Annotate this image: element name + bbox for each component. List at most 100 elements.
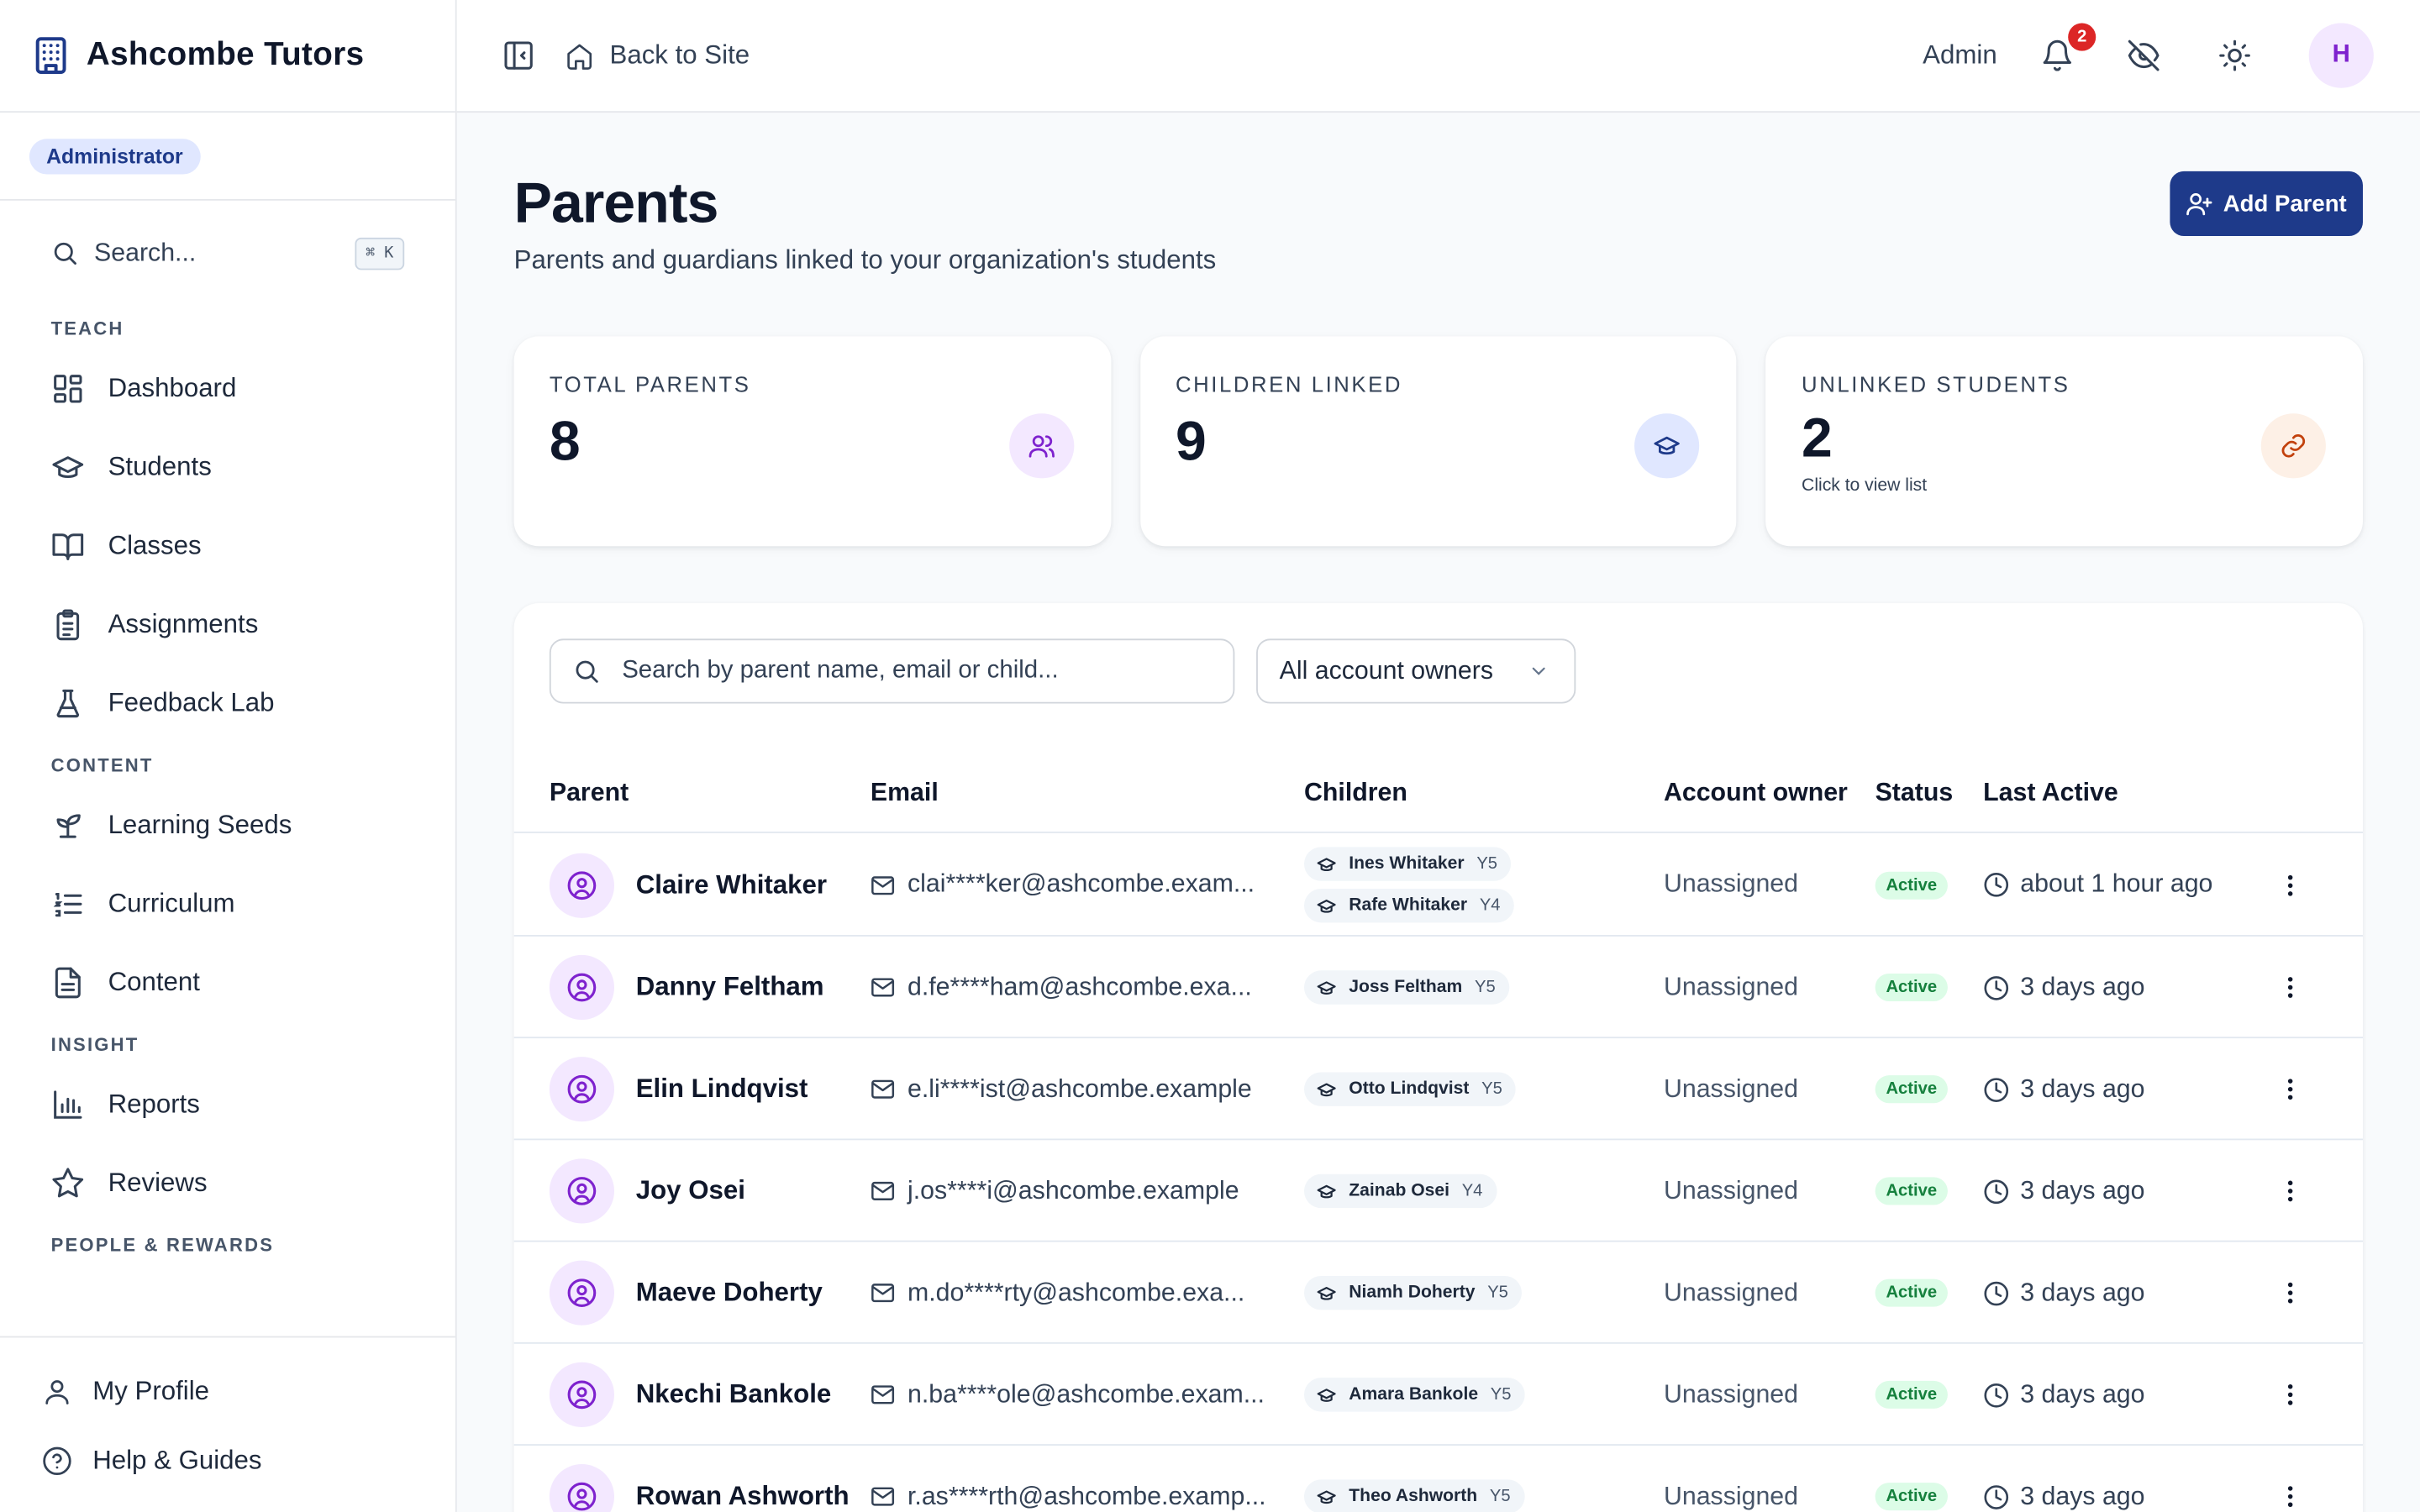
child-name: Amara Bankole <box>1349 1385 1479 1404</box>
search-icon <box>54 242 76 265</box>
table-row[interactable]: Maeve Doherty m.do****rty@ashcombe.exa..… <box>513 1242 2363 1344</box>
table-header: Parent Email Children Account owner Stat… <box>513 776 2363 833</box>
parent-name[interactable]: Maeve Doherty <box>636 1278 823 1309</box>
parent-name[interactable]: Joy Osei <box>636 1176 745 1207</box>
account-owner-value: Unassigned <box>1663 1176 1799 1205</box>
help-circle-icon <box>43 1446 71 1475</box>
file-text-icon <box>55 966 81 998</box>
sidebar-item-curriculum[interactable]: Curriculum <box>0 864 455 943</box>
status-badge: Active <box>1875 1177 1948 1205</box>
child-chip[interactable]: Ines Whitaker Y5 <box>1304 847 1512 881</box>
sidebar-item-reviews[interactable]: Reviews <box>0 1143 455 1222</box>
table-row[interactable]: Rowan Ashworth r.as****rth@ashcombe.exam… <box>514 1446 2363 1512</box>
child-name: Ines Whitaker <box>1349 854 1465 874</box>
graduation-cap-icon <box>1317 1082 1336 1096</box>
user-avatar[interactable]: H <box>2308 23 2374 88</box>
sidebar-item-learning-seeds[interactable]: Learning Seeds <box>0 785 455 864</box>
stat-card-unlinked-students[interactable]: UNLINKED STUDENTS 2 Click to view list <box>1765 336 2364 547</box>
app-root: Ashcombe Tutors Administrator Search... … <box>0 0 2420 1512</box>
parent-name[interactable]: Nkechi Bankole <box>636 1379 832 1410</box>
parent-email: clai****ker@ashcombe.exam... <box>907 869 1255 898</box>
child-chip[interactable]: Amara Bankole Y5 <box>1304 1378 1526 1412</box>
sidebar-item-classes[interactable]: Classes <box>0 506 455 585</box>
user-circle-icon <box>567 973 597 1002</box>
stat-value: 8 <box>549 408 581 473</box>
sidebar-item-feedback-lab[interactable]: Feedback Lab <box>0 664 455 743</box>
role-row: Administrator <box>0 113 455 201</box>
column-header-status[interactable]: Status <box>1876 780 1954 809</box>
user-circle-icon <box>567 870 597 900</box>
children-cell: Zainab Osei Y4 <box>1304 1140 1497 1242</box>
parent-avatar <box>549 1158 615 1224</box>
more-vertical-icon[interactable] <box>2276 974 2304 1001</box>
graduation-cap-icon <box>1317 857 1336 871</box>
column-header-children[interactable]: Children <box>1304 780 1407 809</box>
notifications-button[interactable]: 2 <box>2040 23 2096 72</box>
flask-icon <box>56 688 80 717</box>
child-chip[interactable]: Joss Feltham Y5 <box>1304 970 1510 1005</box>
more-vertical-icon[interactable] <box>2276 1483 2304 1510</box>
sidebar-bottom: My Profile Help & Guides <box>0 1336 455 1512</box>
child-year: Y4 <box>1479 896 1501 916</box>
sidebar-item-reports[interactable]: Reports <box>0 1064 455 1143</box>
back-to-site-label: Back to Site <box>609 39 750 70</box>
table-row[interactable]: Joy Osei j.os****i@ashcombe.example Zain… <box>513 1140 2363 1242</box>
account-owner-value: Unassigned <box>1663 869 1799 898</box>
sidebar-item-label: Learning Seeds <box>108 809 292 839</box>
sun-icon[interactable] <box>2217 39 2251 72</box>
account-owner-select[interactable]: All account owners <box>1256 638 1576 704</box>
back-to-site-link[interactable]: Back to Site <box>565 40 750 71</box>
column-header-email[interactable]: Email <box>871 780 939 809</box>
child-chip[interactable]: Rafe Whitaker Y4 <box>1304 888 1515 923</box>
row-actions-cell <box>2276 1242 2304 1344</box>
eye-off-icon[interactable] <box>2127 39 2160 72</box>
more-vertical-icon[interactable] <box>2276 1381 2304 1409</box>
parent-name[interactable]: Elin Lindqvist <box>636 1074 808 1105</box>
status-cell: Active <box>1875 833 1948 937</box>
column-header-account-owner[interactable]: Account owner <box>1664 780 1848 809</box>
child-chip[interactable]: Niamh Doherty Y5 <box>1304 1275 1523 1310</box>
child-chip[interactable]: Theo Ashworth Y5 <box>1304 1479 1525 1512</box>
table-row[interactable]: Claire Whitaker clai****ker@ashcombe.exa… <box>513 833 2363 937</box>
sidebar-item-label: Feedback Lab <box>108 687 275 717</box>
table-row[interactable]: Nkechi Bankole n.ba****ole@ashcombe.exam… <box>513 1344 2363 1446</box>
parent-name[interactable]: Claire Whitaker <box>636 869 827 900</box>
stat-card-total-parents: TOTAL PARENTS 8 <box>513 336 1111 547</box>
parent-search-field[interactable] <box>549 638 1235 704</box>
last-active-value: 3 days ago <box>2020 1482 2145 1510</box>
sidebar-search-label: Search... <box>94 238 197 266</box>
sidebar-item-help[interactable]: Help & Guides <box>0 1425 455 1495</box>
more-vertical-icon[interactable] <box>2276 871 2304 899</box>
parent-cell: Rowan Ashworth <box>549 1446 850 1512</box>
last-active-value: 3 days ago <box>2020 973 2145 1001</box>
last-active-value: 3 days ago <box>2020 1278 2145 1306</box>
sidebar-item-dashboard[interactable]: Dashboard <box>0 349 455 428</box>
sidebar-item-students[interactable]: Students <box>0 428 455 507</box>
column-header-parent[interactable]: Parent <box>550 780 629 809</box>
sidebar-item-assignments[interactable]: Assignments <box>0 585 455 664</box>
child-year: Y4 <box>1461 1181 1483 1200</box>
last-active-cell: 3 days ago <box>1983 1140 2145 1242</box>
parent-search-input[interactable] <box>622 657 1209 685</box>
admin-label[interactable]: Admin <box>1923 40 1997 71</box>
user-plus-icon <box>2187 193 2213 216</box>
add-parent-button[interactable]: Add Parent <box>2170 171 2363 237</box>
column-header-last-active[interactable]: Last Active <box>1983 780 2118 809</box>
parent-name[interactable]: Rowan Ashworth <box>636 1481 850 1512</box>
more-vertical-icon[interactable] <box>2276 1279 2304 1307</box>
table-row[interactable]: Elin Lindqvist e.li****ist@ashcombe.exam… <box>513 1038 2363 1141</box>
parent-name[interactable]: Danny Feltham <box>636 972 824 1003</box>
sidebar-item-content[interactable]: Content <box>0 942 455 1021</box>
stat-label: CHILDREN LINKED <box>1175 371 1403 397</box>
sidebar-collapse-icon[interactable] <box>502 39 535 72</box>
child-chip[interactable]: Zainab Osei Y4 <box>1304 1173 1497 1209</box>
sidebar-item-my-profile[interactable]: My Profile <box>0 1356 455 1425</box>
topbar: Back to Site Admin 2 H <box>456 0 2420 113</box>
child-chip[interactable]: Otto Lindqvist Y5 <box>1304 1072 1517 1106</box>
more-vertical-icon[interactable] <box>2276 1177 2304 1205</box>
brand[interactable]: Ashcombe Tutors <box>0 0 455 113</box>
more-vertical-icon[interactable] <box>2276 1075 2304 1103</box>
child-year: Y5 <box>1487 1284 1508 1303</box>
table-row[interactable]: Danny Feltham d.fe****ham@ashcombe.exa..… <box>513 937 2363 1039</box>
sidebar-search[interactable]: Search... ⌘ K <box>0 201 455 306</box>
